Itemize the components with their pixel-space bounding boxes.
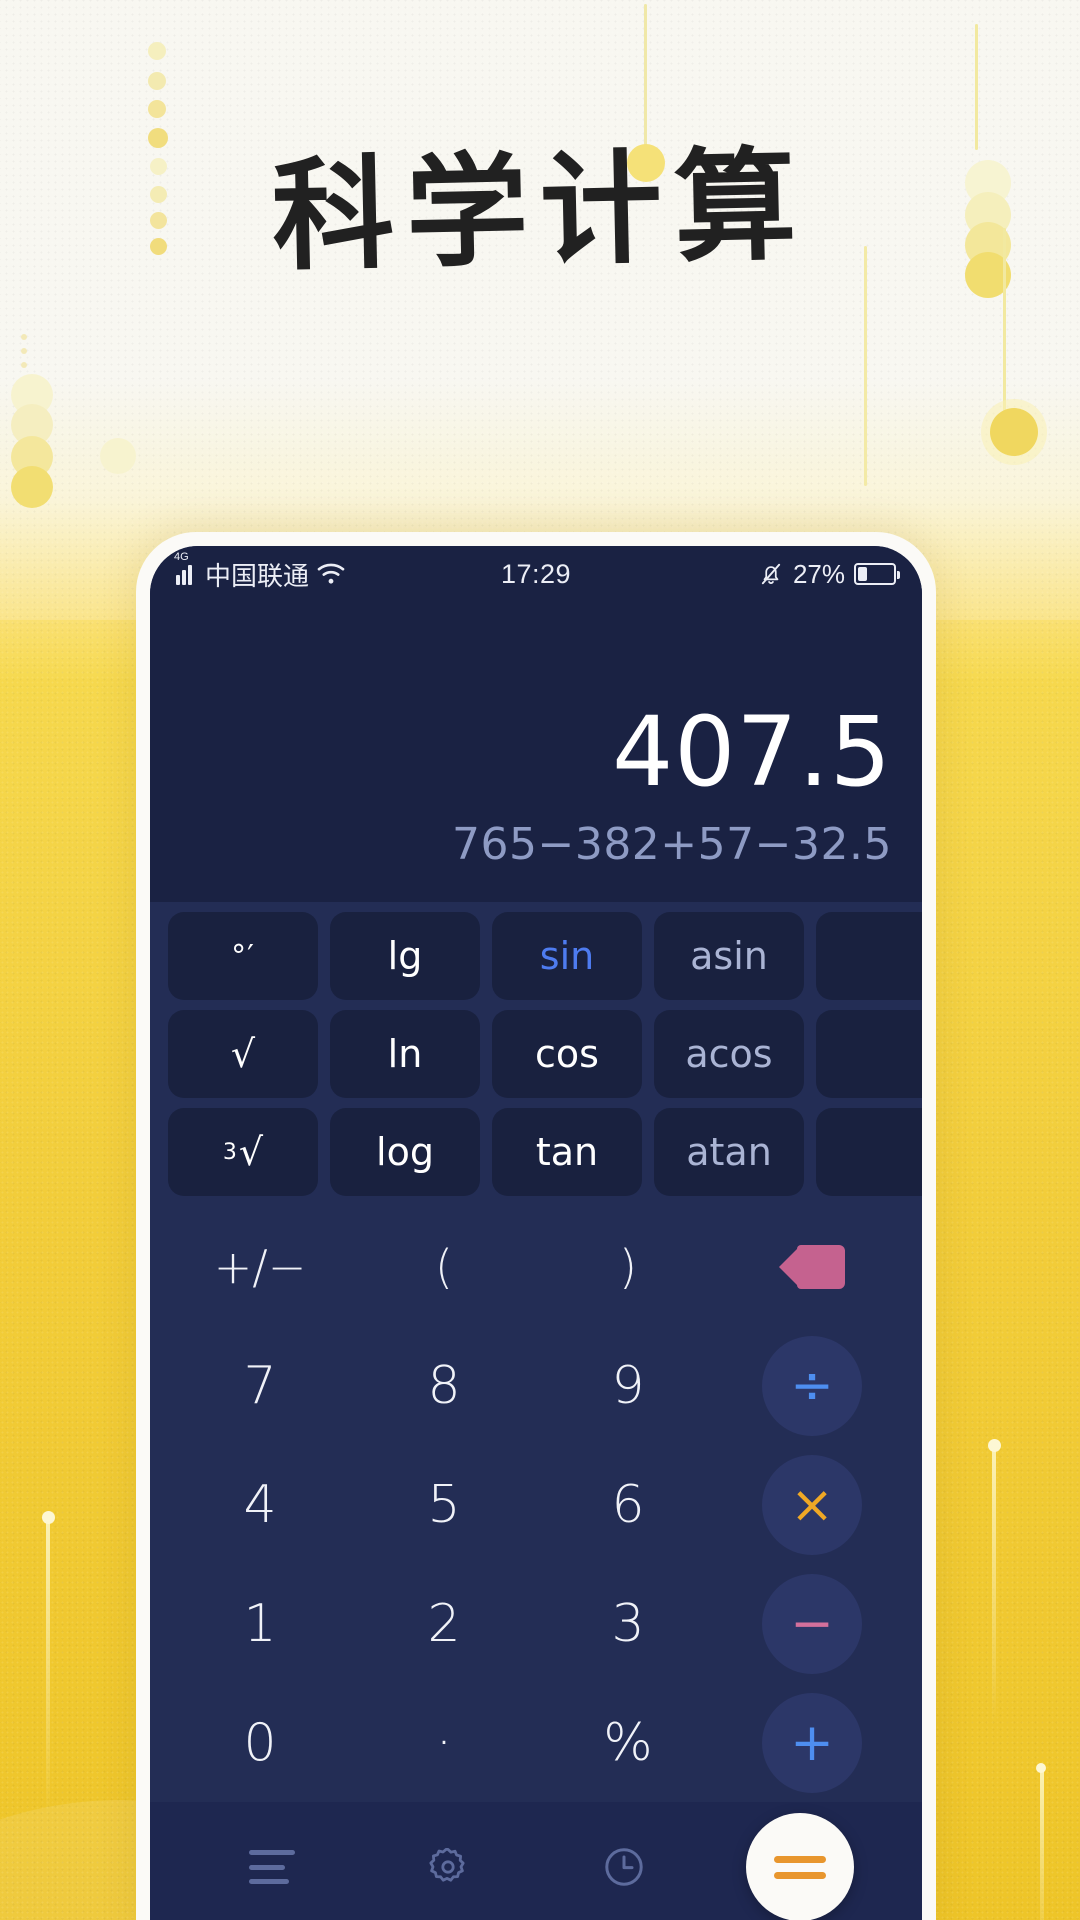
phone-screen: 4G 中国联通 17:29 27% 407.5 765−382+57−32.5 … xyxy=(150,546,922,1920)
key-8[interactable]: 8 xyxy=(352,1327,536,1446)
calculator-display: 407.5 765−382+57−32.5 xyxy=(150,602,922,902)
decor-glow-line-0 xyxy=(46,1516,50,1816)
key-decimal[interactable]: · xyxy=(352,1683,536,1802)
keypad-row: 1 2 3− xyxy=(168,1564,904,1683)
key-paren-open[interactable]: ( xyxy=(352,1208,536,1327)
status-bar: 4G 中国联通 17:29 27% xyxy=(150,546,922,602)
key-7[interactable]: 7 xyxy=(168,1327,352,1446)
scientific-row: °′ lg sin asin xyxy=(168,912,922,1000)
scientific-function-pad[interactable]: °′ lg sin asin √ ln cos acos 3 √ log tan atan xyxy=(150,902,922,1202)
key-4[interactable]: 4 xyxy=(168,1446,352,1565)
key-subtract-cell: − xyxy=(720,1564,904,1683)
decor-dot-left-edge-2 xyxy=(21,362,27,368)
key-percent[interactable]: % xyxy=(536,1683,720,1802)
key-5[interactable]: 5 xyxy=(352,1446,536,1565)
decor-pendant-line-0 xyxy=(644,4,647,148)
sci-button-asin[interactable]: asin xyxy=(654,912,804,1000)
bottom-toolbar xyxy=(150,1802,922,1920)
key-divide-cell: ÷ xyxy=(720,1327,904,1446)
battery-icon xyxy=(854,563,900,585)
sci-button-cbrt[interactable]: 3 √ xyxy=(168,1108,318,1196)
sci-button-log[interactable]: log xyxy=(330,1108,480,1196)
decor-dot-left-edge-1 xyxy=(21,348,27,354)
keypad-function-row: +/−() xyxy=(168,1208,904,1327)
decor-dot-left-top-2 xyxy=(148,100,166,118)
decor-dot-left-edge-7 xyxy=(100,438,136,474)
sci-button-cos[interactable]: cos xyxy=(492,1010,642,1098)
sci-button-tan[interactable]: tan xyxy=(492,1108,642,1196)
history-button[interactable] xyxy=(536,1843,712,1891)
sci-button-hidden-col-2[interactable] xyxy=(816,1010,922,1098)
key-2[interactable]: 2 xyxy=(352,1564,536,1683)
key-9[interactable]: 9 xyxy=(536,1327,720,1446)
sci-button-sin[interactable]: sin xyxy=(492,912,642,1000)
decor-dot-left-edge-0 xyxy=(21,334,27,340)
decor-pendant-line-1 xyxy=(975,24,978,150)
key-sign-toggle[interactable]: +/− xyxy=(168,1208,352,1327)
sci-button-hidden-col-3[interactable] xyxy=(816,1108,922,1196)
list-lines-icon xyxy=(249,1850,295,1884)
key-3[interactable]: 3 xyxy=(536,1564,720,1683)
calculator-keypad: +/−() 7 8 9 ÷ 4 5 6 × 1 2 3−0 ·% + xyxy=(150,1202,922,1802)
decor-glow-line-1 xyxy=(992,1444,996,1724)
settings-button[interactable] xyxy=(360,1843,536,1891)
decor-dot-left-top-3 xyxy=(148,128,168,148)
decor-glow-line-2 xyxy=(1040,1768,1044,1920)
sci-button-ln[interactable]: ln xyxy=(330,1010,480,1098)
key-backspace[interactable] xyxy=(720,1208,904,1327)
page-title: 科学计算 xyxy=(270,134,810,288)
scientific-row: √ ln cos acos xyxy=(168,1010,922,1098)
decor-dot-left-edge-6 xyxy=(11,466,53,508)
keypad-row: 4 5 6 × xyxy=(168,1446,904,1565)
key-1[interactable]: 1 xyxy=(168,1564,352,1683)
key-multiply-cell: × xyxy=(720,1446,904,1565)
decor-dot-left-top-1 xyxy=(148,72,166,90)
scientific-row: 3 √ log tan atan xyxy=(168,1108,922,1196)
key-add-cell: + xyxy=(720,1683,904,1802)
decor-glow-cap-1 xyxy=(988,1439,1001,1452)
decor-glow-cap-0 xyxy=(42,1511,55,1524)
sci-button-acos[interactable]: acos xyxy=(654,1010,804,1098)
key-multiply[interactable]: × xyxy=(762,1454,862,1555)
equals-button-wrap xyxy=(712,1813,888,1920)
degree-minute-glyph: °′ xyxy=(231,938,255,974)
sci-button-atan[interactable]: atan xyxy=(654,1108,804,1196)
sci-button-degree-minute[interactable]: °′ xyxy=(168,912,318,1000)
decor-dot-left-top-0 xyxy=(148,42,166,60)
cbrt-index: 3 xyxy=(222,1139,237,1165)
sci-button-sqrt[interactable]: √ xyxy=(168,1010,318,1098)
decor-ring xyxy=(990,408,1038,456)
key-subtract[interactable]: − xyxy=(762,1573,862,1674)
status-bar-time: 17:29 xyxy=(500,558,572,589)
key-0[interactable]: 0 xyxy=(168,1683,352,1802)
key-6[interactable]: 6 xyxy=(536,1446,720,1565)
key-add[interactable]: + xyxy=(762,1692,862,1793)
decor-glow-cap-2 xyxy=(1036,1763,1046,1773)
keypad-row: 0 ·% + xyxy=(168,1683,904,1802)
equals-icon xyxy=(774,1855,826,1863)
menu-button[interactable] xyxy=(184,1850,360,1884)
sci-button-hidden-col-1[interactable] xyxy=(816,912,922,1000)
display-expression: 765−382+57−32.5 xyxy=(451,819,892,870)
sci-button-lg[interactable]: lg xyxy=(330,912,480,1000)
equals-icon-2 xyxy=(774,1871,826,1879)
keypad-row: 7 8 9 ÷ xyxy=(168,1327,904,1446)
gear-icon xyxy=(429,1848,465,1882)
equals-button[interactable] xyxy=(746,1813,854,1920)
backspace-icon xyxy=(779,1245,845,1290)
key-divide[interactable]: ÷ xyxy=(762,1336,862,1437)
phone-mockup: 4G 中国联通 17:29 27% 407.5 765−382+57−32.5 … xyxy=(136,532,936,1920)
clock-icon xyxy=(605,1848,643,1886)
display-result: 407.5 xyxy=(612,696,892,809)
decor-pendant-line-3 xyxy=(864,246,867,486)
key-paren-close[interactable]: ) xyxy=(536,1208,720,1327)
